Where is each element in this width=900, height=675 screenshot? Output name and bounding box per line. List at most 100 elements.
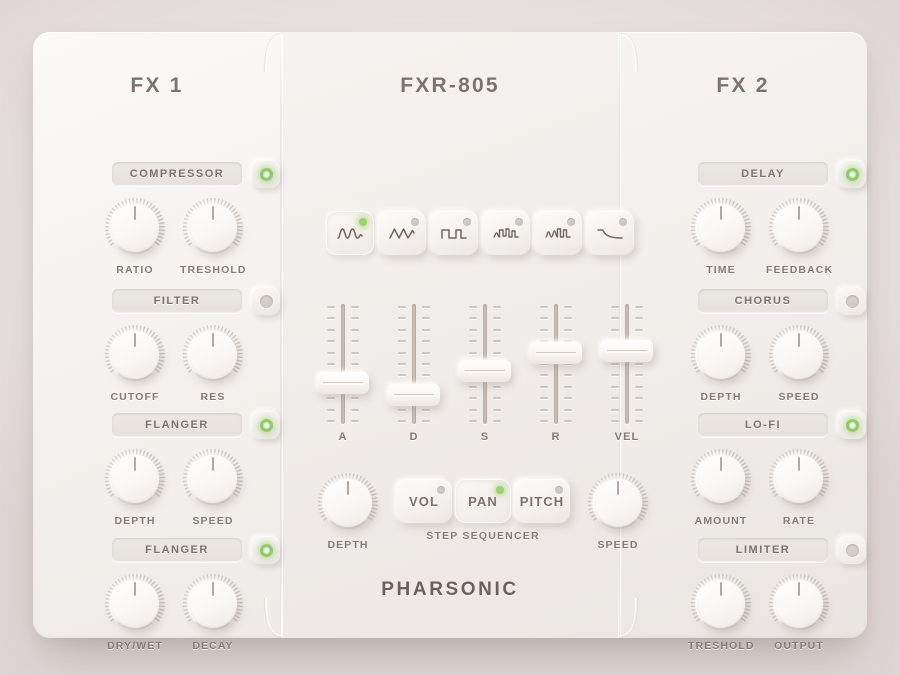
fx1-flanger-2-button[interactable]: FLANGER [112, 413, 242, 437]
fx1-flanger-2-led [259, 418, 273, 432]
fx1-compressor-0-knob-treshold-dial[interactable] [182, 197, 244, 259]
slider-a-track[interactable] [317, 304, 369, 424]
slider-d-rail [412, 304, 416, 424]
fx2-lo-fi-2-led-housing[interactable] [838, 411, 866, 439]
fx2-chorus-1-knob-speed[interactable]: SPEED [766, 324, 832, 403]
fx1-filter-1-knob-cutoff[interactable]: CUTOFF [102, 324, 168, 403]
fx1-flanger-3-knob-dry-wet[interactable]: DRY/WET [102, 573, 168, 652]
fx1-flanger-2-knob-speed[interactable]: SPEED [180, 448, 246, 527]
waveform-button-1[interactable] [326, 211, 374, 255]
fx2-chorus-1-knob-depth-dial[interactable] [690, 324, 752, 386]
fx2-delay-0-button[interactable]: DELAY [698, 162, 828, 186]
slider-r[interactable]: R [530, 304, 582, 443]
fx2-chorus-1-led-housing[interactable] [838, 287, 866, 315]
fx1-filter-1-button[interactable]: FILTER [112, 289, 242, 313]
waveform-button-1-led [359, 218, 367, 226]
fx2-chorus-1-knob-depth[interactable]: DEPTH [688, 324, 754, 403]
step-sequencer-button-pan[interactable]: PAN [455, 479, 511, 523]
slider-vel-label: VEL [614, 431, 640, 443]
waveform-button-2[interactable] [378, 211, 426, 255]
slider-a-ticks-left [327, 306, 335, 422]
waveform-button-5[interactable] [534, 211, 582, 255]
step-sequencer-button-vol[interactable]: VOL [396, 479, 452, 523]
waveform-button-3-led [463, 218, 471, 226]
waveform-button-3[interactable] [430, 211, 478, 255]
fx2-limiter-3-button[interactable]: LIMITER [698, 538, 828, 562]
fx1-filter-1-knob-res[interactable]: RES [180, 324, 246, 403]
waveform-sine-icon [337, 225, 363, 241]
page-title-fx2: FX 2 [716, 74, 770, 97]
slider-r-thumb[interactable] [530, 342, 582, 364]
step-sequencer-button-pitch[interactable]: PITCH [514, 479, 570, 523]
fx2-delay-0-led [845, 167, 859, 181]
step-sequencer-button-pan-label: PAN [468, 493, 498, 509]
synth-device: FX 1 FXR-805 FX 2 PHARSONIC COMPRESSOR R… [33, 32, 867, 652]
center-knob-speed-dial[interactable] [587, 472, 649, 534]
fx2-chorus-1-knob-speed-dial[interactable] [768, 324, 830, 386]
fx1-flanger-2-led-housing[interactable] [252, 411, 280, 439]
fx2-limiter-3-knob-treshold[interactable]: TRESHOLD [688, 573, 754, 652]
fx2-delay-0-knob-feedback[interactable]: FEEDBACK [766, 197, 832, 276]
center-knob-speed[interactable]: SPEED [585, 472, 651, 551]
fx1-flanger-3-button[interactable]: FLANGER [112, 538, 242, 562]
fx2-limiter-3-led [845, 543, 859, 557]
fx2-delay-0-knob-time-dial[interactable] [690, 197, 752, 259]
fx1-flanger-2-knob-depth-dial[interactable] [104, 448, 166, 510]
fx1-filter-1-knob-cutoff-indicator [134, 333, 136, 347]
slider-vel[interactable]: VEL [601, 304, 653, 443]
center-panel-notch-top-right [618, 32, 639, 73]
slider-a[interactable]: A [317, 304, 369, 443]
fx1-filter-1-knob-res-dial[interactable] [182, 324, 244, 386]
fx2-delay-0-knob-feedback-dial[interactable] [768, 197, 830, 259]
fx1-flanger-2-knob-speed-label: SPEED [192, 515, 234, 527]
fx1-compressor-0-knob-ratio-dial[interactable] [104, 197, 166, 259]
fx1-flanger-3-knob-decay[interactable]: DECAY [180, 573, 246, 652]
slider-vel-track[interactable] [601, 304, 653, 424]
fx2-delay-0-led-housing[interactable] [838, 160, 866, 188]
fx1-compressor-0-knob-treshold[interactable]: TRESHOLD [180, 197, 246, 276]
fx1-compressor-0-led-housing[interactable] [252, 160, 280, 188]
fx2-lo-fi-2-knob-rate-indicator [798, 457, 800, 471]
waveform-button-6-led [619, 218, 627, 226]
fx2-limiter-3-knob-output[interactable]: OUTPUT [766, 573, 832, 652]
fx2-lo-fi-2-knob-rate-dial[interactable] [768, 448, 830, 510]
fx2-lo-fi-2-knob-rate[interactable]: RATE [766, 448, 832, 527]
fx2-lo-fi-2-knob-amount-dial[interactable] [690, 448, 752, 510]
fx2-chorus-1-button[interactable]: CHORUS [698, 289, 828, 313]
waveform-button-6[interactable] [586, 211, 634, 255]
fx2-limiter-3-knob-treshold-dial[interactable] [690, 573, 752, 635]
waveform-button-4[interactable] [482, 211, 530, 255]
fx2-lo-fi-2-knob-amount[interactable]: AMOUNT [688, 448, 754, 527]
slider-vel-thumb[interactable] [601, 340, 653, 362]
fx1-flanger-3-knob-dry-wet-dial[interactable] [104, 573, 166, 635]
fx1-compressor-0-button[interactable]: COMPRESSOR [112, 162, 242, 186]
fx2-delay-0-knob-time[interactable]: TIME [688, 197, 754, 276]
slider-d[interactable]: D [388, 304, 440, 443]
fx1-flanger-3-knob-decay-dial[interactable] [182, 573, 244, 635]
center-knob-depth[interactable]: DEPTH [315, 472, 381, 551]
fx2-limiter-3-knob-treshold-indicator [720, 582, 722, 596]
slider-r-track[interactable] [530, 304, 582, 424]
brand-logo: PHARSONIC [381, 579, 519, 600]
slider-s[interactable]: S [459, 304, 511, 443]
fx1-compressor-0-knob-ratio[interactable]: RATIO [102, 197, 168, 276]
slider-s-thumb[interactable] [459, 360, 511, 382]
slider-s-track[interactable] [459, 304, 511, 424]
fx2-lo-fi-2-button[interactable]: LO-FI [698, 413, 828, 437]
fx1-filter-1-knob-res-label: RES [200, 391, 226, 403]
fx1-filter-1-knob-cutoff-dial[interactable] [104, 324, 166, 386]
fx2-limiter-3-led-housing[interactable] [838, 536, 866, 564]
slider-d-thumb[interactable] [388, 384, 440, 406]
center-knob-depth-dial[interactable] [317, 472, 379, 534]
fx2-limiter-3-knob-output-dial[interactable] [768, 573, 830, 635]
fx1-flanger-2-knob-depth[interactable]: DEPTH [102, 448, 168, 527]
fx1-flanger-3-led-housing[interactable] [252, 536, 280, 564]
center-knob-depth-indicator [347, 481, 349, 495]
slider-a-thumb[interactable] [317, 372, 369, 394]
slider-a-ticks-right [351, 306, 359, 422]
slider-s-label: S [480, 431, 490, 443]
slider-d-track[interactable] [388, 304, 440, 424]
fx1-filter-1-led-housing[interactable] [252, 287, 280, 315]
center-knob-speed-indicator [617, 481, 619, 495]
fx1-flanger-2-knob-speed-dial[interactable] [182, 448, 244, 510]
